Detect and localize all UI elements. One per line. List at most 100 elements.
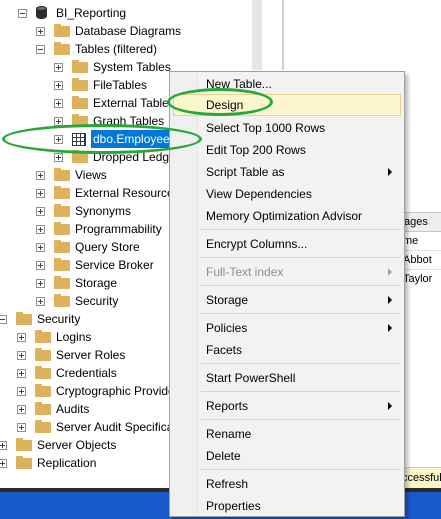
expand-icon[interactable] xyxy=(17,332,26,342)
tree-node-programmability[interactable]: Programmability xyxy=(36,220,162,238)
menu-item-edit-top-200[interactable]: Edit Top 200 Rows xyxy=(173,139,401,161)
expand-icon[interactable] xyxy=(36,296,45,306)
tree-node-label: Synonyms xyxy=(75,204,132,218)
tree-node-synonyms[interactable]: Synonyms xyxy=(36,202,131,220)
expand-icon[interactable] xyxy=(0,458,7,468)
menu-item-label: Edit Top 200 Rows xyxy=(206,143,306,157)
tree-node-external-resources[interactable]: External Resources xyxy=(36,184,180,202)
menu-item-reports[interactable]: Reports xyxy=(173,395,401,417)
menu-item-properties[interactable]: Properties xyxy=(173,495,401,517)
explorer-scrollbar[interactable] xyxy=(252,0,262,70)
tree-node-dbo-employee[interactable]: dbo.Employee xyxy=(54,130,172,148)
tree-node-label: FileTables xyxy=(93,78,148,92)
tree-node-label: Credentials xyxy=(56,366,117,380)
tree-node-bi-reporting[interactable]: BI_Reporting xyxy=(18,4,126,22)
expand-icon[interactable] xyxy=(17,350,26,360)
expand-icon[interactable] xyxy=(54,98,63,108)
expand-icon[interactable] xyxy=(36,278,45,288)
menu-item-storage[interactable]: Storage xyxy=(173,289,401,311)
tree-node-label: Replication xyxy=(37,456,97,470)
folder-icon xyxy=(35,366,51,380)
menu-item-refresh[interactable]: Refresh xyxy=(173,473,401,495)
menu-item-start-powershell[interactable]: Start PowerShell xyxy=(173,367,401,389)
tree-node-credentials[interactable]: Credentials xyxy=(17,364,117,382)
tree-node-server-roles[interactable]: Server Roles xyxy=(17,346,125,364)
menu-item-script-table-as[interactable]: Script Table as xyxy=(173,161,401,183)
menu-item-rename[interactable]: Rename xyxy=(173,423,401,445)
tree-node-label: Query Store xyxy=(75,240,140,254)
collapse-icon[interactable] xyxy=(0,314,7,324)
menu-item-delete[interactable]: Delete xyxy=(173,445,401,467)
tree-node-external-tables[interactable]: External Tables xyxy=(54,94,175,112)
tree-node-dropped-ledger[interactable]: Dropped Ledger xyxy=(54,148,180,166)
expand-icon[interactable] xyxy=(36,224,45,234)
tree-node-db-security[interactable]: Security xyxy=(36,292,118,310)
splitter[interactable] xyxy=(282,0,284,70)
context-menu: New Table... Design Select Top 1000 Rows… xyxy=(169,71,405,517)
tree-node-service-broker[interactable]: Service Broker xyxy=(36,256,154,274)
menu-item-label: Storage xyxy=(206,293,249,307)
expand-icon[interactable] xyxy=(36,206,45,216)
folder-icon xyxy=(35,348,51,362)
menu-item-label: Encrypt Columns... xyxy=(206,237,308,251)
menu-item-encrypt-columns[interactable]: Encrypt Columns... xyxy=(173,233,401,255)
menu-item-facets[interactable]: Facets xyxy=(173,339,401,361)
tree-node-views[interactable]: Views xyxy=(36,166,107,184)
submenu-arrow-icon xyxy=(388,168,392,176)
expand-icon[interactable] xyxy=(17,386,26,396)
menu-item-select-top-1000[interactable]: Select Top 1000 Rows xyxy=(173,117,401,139)
folder-icon xyxy=(54,42,70,56)
expand-icon[interactable] xyxy=(36,26,45,36)
menu-item-design[interactable]: Design xyxy=(173,94,401,116)
folder-icon xyxy=(72,150,88,164)
submenu-arrow-icon xyxy=(388,402,392,410)
folder-icon xyxy=(35,384,51,398)
collapse-icon[interactable] xyxy=(36,44,45,54)
expand-icon[interactable] xyxy=(36,170,45,180)
expand-icon[interactable] xyxy=(0,440,7,450)
tree-node-server-audit-specifications[interactable]: Server Audit Specificat xyxy=(17,418,177,436)
results-cell[interactable]: Taylor xyxy=(403,273,432,285)
tree-node-logins[interactable]: Logins xyxy=(17,328,91,346)
collapse-icon[interactable] xyxy=(18,8,27,18)
tab-messages[interactable]: ages xyxy=(401,212,441,232)
tree-node-database-diagrams[interactable]: Database Diagrams xyxy=(36,22,181,40)
folder-icon xyxy=(54,24,70,38)
menu-item-view-dependencies[interactable]: View Dependencies xyxy=(173,183,401,205)
tree-node-tables-filtered[interactable]: Tables (filtered) xyxy=(36,40,157,58)
tree-node-audits[interactable]: Audits xyxy=(17,400,89,418)
expand-icon[interactable] xyxy=(17,368,26,378)
expand-icon[interactable] xyxy=(54,134,63,144)
tree-node-label: External Resources xyxy=(75,186,180,200)
grid-line xyxy=(400,269,441,270)
menu-item-memory-optimization-advisor[interactable]: Memory Optimization Advisor xyxy=(173,205,401,227)
expand-icon[interactable] xyxy=(36,260,45,270)
expand-icon[interactable] xyxy=(54,152,63,162)
folder-icon xyxy=(54,258,70,272)
tree-node-label: BI_Reporting xyxy=(56,6,127,20)
menu-item-new-table[interactable]: New Table... xyxy=(173,73,401,95)
expand-icon[interactable] xyxy=(54,62,63,72)
tree-node-replication[interactable]: Replication xyxy=(0,454,96,472)
tree-node-server-objects[interactable]: Server Objects xyxy=(0,436,116,454)
folder-icon xyxy=(16,456,32,470)
expand-icon[interactable] xyxy=(36,242,45,252)
tree-node-label: Graph Tables xyxy=(93,114,165,128)
expand-icon[interactable] xyxy=(54,116,63,126)
tree-node-system-tables[interactable]: System Tables xyxy=(54,58,171,76)
expand-icon[interactable] xyxy=(17,422,26,432)
expand-icon[interactable] xyxy=(17,404,26,414)
expand-icon[interactable] xyxy=(36,188,45,198)
tree-node-label: Cryptographic Provide xyxy=(56,384,175,398)
tree-node-label: Security xyxy=(75,294,119,308)
tree-node-security[interactable]: Security xyxy=(0,310,80,328)
tree-node-label: Storage xyxy=(75,276,118,290)
tree-node-filetables[interactable]: FileTables xyxy=(54,76,147,94)
tree-node-graph-tables[interactable]: Graph Tables xyxy=(54,112,164,130)
menu-item-policies[interactable]: Policies xyxy=(173,317,401,339)
expand-icon[interactable] xyxy=(54,80,63,90)
tree-node-query-store[interactable]: Query Store xyxy=(36,238,140,256)
tree-node-cryptographic-providers[interactable]: Cryptographic Provide xyxy=(17,382,175,400)
results-cell[interactable]: Abbot xyxy=(403,254,432,266)
tree-node-storage[interactable]: Storage xyxy=(36,274,117,292)
